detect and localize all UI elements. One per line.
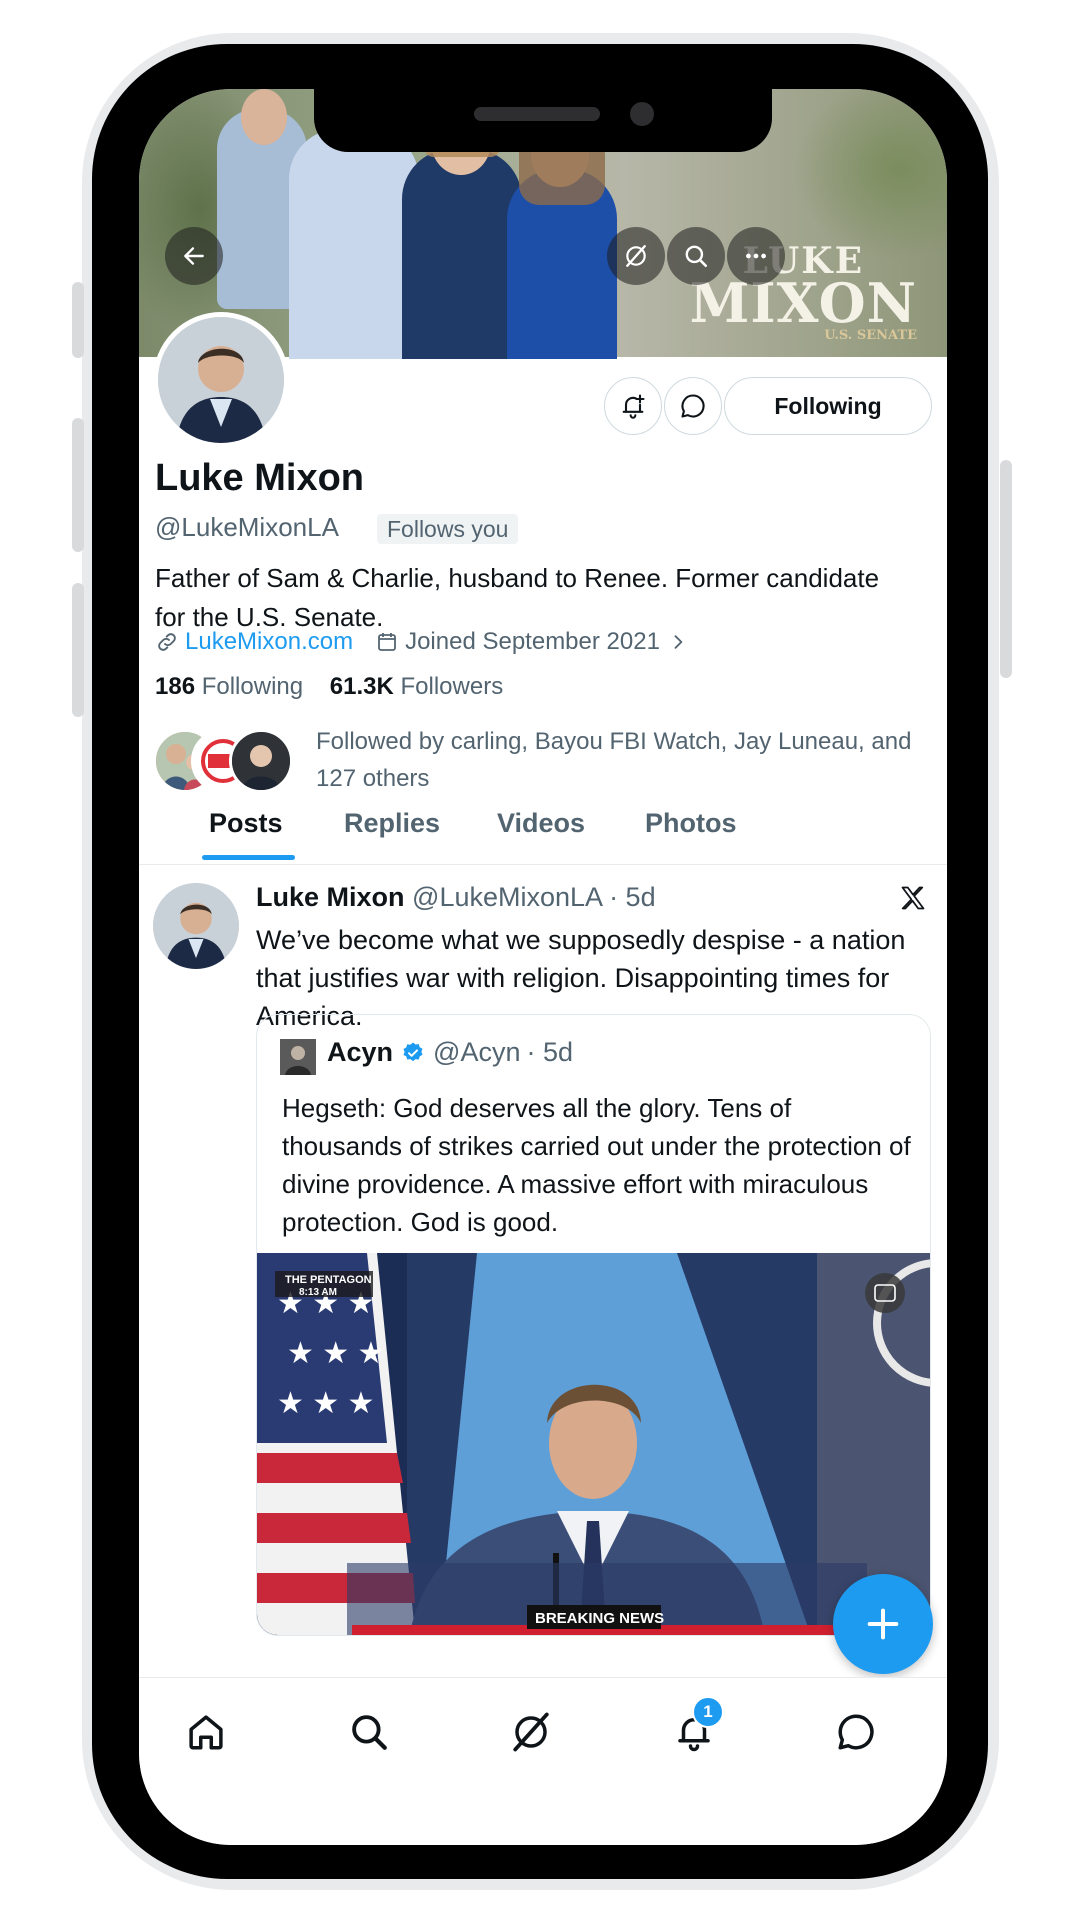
following-stat[interactable]: 186 Following (155, 673, 303, 700)
nav-search[interactable] (345, 1708, 393, 1756)
post-author-handle: @LukeMixonLA (412, 882, 602, 912)
banner-person (289, 129, 419, 359)
video-label-location: THE PENTAGON (285, 1274, 372, 1286)
profile-handle: @LukeMixonLA (155, 512, 339, 542)
plus-icon (867, 1608, 899, 1640)
calendar-icon (378, 633, 396, 651)
volume-down-button (72, 583, 84, 717)
follow-stats: 186 Following 61.3K Followers (155, 673, 503, 701)
followers-stat[interactable]: 61.3K Followers (330, 673, 503, 700)
website-link[interactable]: LukeMixon.com (185, 628, 353, 656)
notify-button[interactable] (604, 377, 662, 435)
follows-you-badge: Follows you (377, 514, 519, 544)
screen: LUKE MIXON U.S. SENATE Following Luke Mi… (139, 89, 947, 1845)
speaker (474, 107, 600, 121)
following-count: 186 (155, 673, 196, 700)
notification-badge: 1 (692, 1696, 724, 1728)
banner-logo-line2: MIXON (689, 271, 917, 335)
mute-switch (72, 282, 84, 358)
captions-button[interactable] (865, 1273, 905, 1313)
tab-photos[interactable]: Photos (645, 808, 737, 839)
svg-text:★ ★ ★: ★ ★ ★ (277, 1387, 374, 1420)
quote-author-name: Acyn (327, 1037, 394, 1067)
profile-avatar[interactable] (153, 312, 289, 448)
svg-text:★ ★ ★: ★ ★ ★ (287, 1337, 384, 1370)
search-button[interactable] (667, 227, 725, 285)
verified-badge-icon (403, 1042, 423, 1061)
grok-icon (626, 245, 646, 267)
message-button[interactable] (664, 377, 722, 435)
x-logo-icon[interactable] (899, 884, 927, 917)
search-icon (685, 245, 708, 268)
compose-post-button[interactable] (833, 1574, 933, 1674)
nav-home[interactable] (182, 1708, 230, 1756)
back-button[interactable] (165, 227, 223, 285)
link-icon (158, 633, 176, 651)
following-label: Following (201, 673, 304, 700)
bell-plus-icon (622, 394, 645, 419)
followers-count: 61.3K (329, 673, 394, 700)
followed-by-avatars[interactable] (153, 729, 293, 793)
front-camera (630, 102, 654, 126)
messages-icon (838, 1714, 874, 1750)
quote-author-handle: @Acyn (433, 1037, 521, 1067)
following-button[interactable]: Following (724, 377, 932, 435)
quote-video[interactable]: ★ ★ ★ ★ ★ ★ ★ ★ ★ THE PENTAGON 8:13 AM B… (257, 1253, 930, 1635)
nav-grok[interactable] (507, 1708, 555, 1756)
followers-label: Followers (400, 673, 504, 700)
tab-posts[interactable]: Posts (209, 808, 283, 839)
bottom-nav: 1 (139, 1677, 947, 1845)
post-author-avatar[interactable] (153, 883, 239, 969)
more-icon (746, 253, 766, 259)
quote-time: · 5d (526, 1037, 573, 1067)
banner-person (402, 149, 522, 359)
profile-tabs: Posts Replies Videos Photos (139, 786, 947, 865)
avatar-portrait (158, 317, 284, 443)
tab-videos[interactable]: Videos (497, 808, 585, 839)
post-time: · 5d (609, 882, 656, 912)
home-icon (189, 1715, 223, 1750)
grok-button[interactable] (607, 227, 665, 285)
quote-text: Hegseth: God deserves all the glory. Ten… (282, 1093, 911, 1237)
chevron-right-icon[interactable] (668, 632, 688, 652)
arrow-left-icon (184, 247, 204, 265)
power-button (1000, 460, 1012, 678)
profile-name: Luke Mixon (155, 457, 365, 499)
nav-notifications[interactable]: 1 (670, 1696, 724, 1756)
video-banner-text: BREAKING NEWS (535, 1610, 664, 1627)
search-icon (352, 1715, 387, 1750)
follower-avatar (229, 729, 293, 793)
quoted-post[interactable]: Acyn @Acyn · 5d Hegseth: God deserves al… (256, 1014, 931, 1636)
post-header: Luke Mixon @LukeMixonLA · 5d (256, 882, 656, 913)
profile-bio: Father of Sam & Charlie, husband to Rene… (155, 563, 880, 632)
banner-person (241, 89, 287, 145)
joined-date: Joined September 2021 (405, 628, 660, 655)
video-label-time: 8:13 AM (299, 1287, 337, 1298)
more-button[interactable] (727, 227, 785, 285)
post-author-name[interactable]: Luke Mixon (256, 882, 405, 912)
nav-messages[interactable] (832, 1708, 880, 1756)
tab-replies[interactable]: Replies (344, 808, 440, 839)
notch (314, 89, 772, 152)
grok-icon (513, 1712, 549, 1752)
active-tab-indicator (202, 855, 295, 860)
profile-meta: LukeMixon.com Joined September 2021 (155, 628, 688, 656)
quote-author-avatar (280, 1039, 316, 1075)
volume-up-button (72, 418, 84, 552)
quote-header: Acyn @Acyn · 5d (327, 1037, 573, 1068)
message-icon (681, 394, 705, 418)
video-frame: ★ ★ ★ ★ ★ ★ ★ ★ ★ THE PENTAGON 8:13 AM B… (257, 1253, 930, 1635)
